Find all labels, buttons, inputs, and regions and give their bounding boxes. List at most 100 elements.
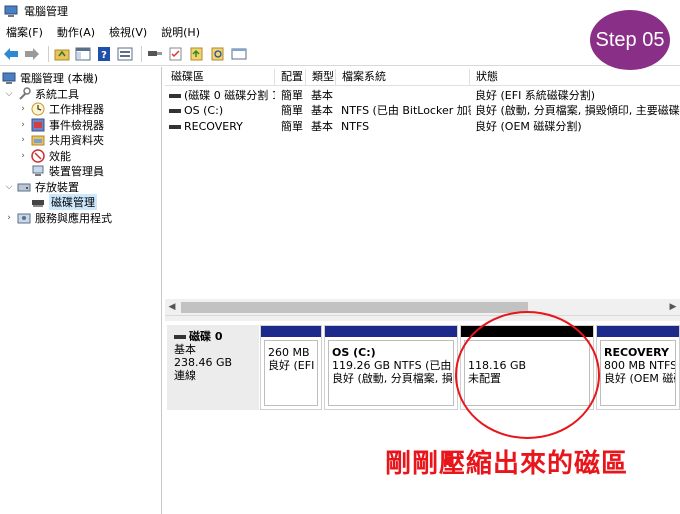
partition-status: 未配置 (468, 372, 501, 385)
step-badge: Step 05 (590, 10, 670, 70)
window-icon[interactable] (230, 45, 248, 63)
volume-list: 磁碟區 配置 類型 檔案系統 狀態 (磁碟 0 磁碟分割 1) 簡單 基本 良好… (165, 69, 680, 319)
partition-status: 良好 (EFI 系統磁碟分割) (268, 359, 317, 372)
toolbar-separator (141, 45, 142, 62)
pane-splitter[interactable] (165, 315, 680, 321)
column-header-filesystem[interactable]: 檔案系統 (336, 69, 470, 86)
toolbar-separator (48, 45, 49, 62)
cell-layout: 簡單 (281, 89, 303, 102)
partition-status: 良好 (OEM 磁碟分割) (604, 372, 675, 385)
partition-body: RECOVERY 800 MB NTFS 良好 (OEM 磁碟分割) (600, 340, 676, 406)
cell-type: 基本 (311, 104, 333, 117)
volume-icon (169, 125, 181, 129)
column-header-status[interactable]: 狀態 (470, 69, 680, 86)
scroll-left-icon[interactable]: ◀ (165, 299, 179, 316)
annotation-callout: 剛剛壓縮出來的磁區 (385, 442, 675, 480)
partition-body: 118.16 GB 未配置 (464, 340, 590, 406)
properties-icon[interactable] (116, 45, 134, 63)
menu-action[interactable]: 動作(A) (57, 24, 95, 40)
partition-bar (325, 326, 457, 337)
connect-icon[interactable] (146, 45, 164, 63)
annotation-text: 剛剛壓縮出來的磁區 (385, 448, 629, 479)
menu-bar: 檔案(F) 動作(A) 檢視(V) 說明(H) (0, 22, 680, 42)
volume-list-header: 磁碟區 配置 類型 檔案系統 狀態 (165, 69, 680, 86)
chevron-down-icon[interactable]: ⌵ (4, 182, 14, 192)
partition-recovery[interactable]: RECOVERY 800 MB NTFS 良好 (OEM 磁碟分割) (596, 325, 680, 410)
tree-item-system-tools[interactable]: ⌵ 系統工具 (4, 86, 79, 102)
column-header-layout[interactable]: 配置 (275, 69, 306, 86)
tree-item-root[interactable]: 電腦管理 (本機) (2, 70, 98, 86)
title-bar: 電腦管理 (0, 0, 680, 22)
menu-help[interactable]: 說明(H) (161, 24, 200, 40)
column-header-volume[interactable]: 磁碟區 (165, 69, 275, 86)
storage-icon (17, 180, 31, 194)
column-header-type[interactable]: 類型 (306, 69, 336, 86)
tree-item-disk-management[interactable]: 磁碟管理 (31, 194, 97, 210)
cell-layout: 簡單 (281, 120, 303, 133)
computer-icon (2, 71, 16, 85)
partition-body: 260 MB 良好 (EFI 系統磁碟分割) (264, 340, 318, 406)
chevron-right-icon[interactable]: › (18, 120, 28, 130)
chevron-right-icon[interactable]: › (4, 213, 14, 223)
tree-item-services[interactable]: › 服務與應用程式 (4, 210, 112, 226)
cell-status: 良好 (啟動, 分頁檔案, 損毀傾印, 主要磁碟分割) (475, 104, 680, 117)
console-icon[interactable] (74, 45, 92, 63)
chevron-right-icon[interactable]: › (18, 104, 28, 114)
disk-status: 連線 (174, 369, 196, 382)
chevron-right-icon[interactable]: › (18, 135, 28, 145)
tree-item-device-manager[interactable]: 裝置管理員 (31, 163, 104, 179)
svg-text:?: ? (101, 50, 107, 61)
partition-body: OS (C:) 119.26 GB NTFS (已由 BitLocker 加密)… (328, 340, 454, 406)
partition-name: OS (C:) (332, 346, 376, 359)
chevron-down-icon[interactable]: ⌵ (4, 89, 14, 99)
tree-item-task-scheduler[interactable]: › 工作排程器 (18, 101, 104, 117)
tree-label: 裝置管理員 (49, 165, 104, 178)
performance-icon (31, 149, 45, 163)
checklist-icon[interactable] (167, 45, 185, 63)
import-icon[interactable] (188, 45, 206, 63)
partition-unallocated[interactable]: 118.16 GB 未配置 (460, 325, 594, 410)
step-badge-label: Step 05 (595, 28, 665, 51)
computer-management-icon (4, 4, 18, 18)
device-manager-icon (31, 164, 45, 178)
partition-os-c[interactable]: OS (C:) 119.26 GB NTFS (已由 BitLocker 加密)… (324, 325, 458, 410)
shared-folder-icon (31, 133, 45, 147)
tree-item-performance[interactable]: › 效能 (18, 148, 71, 164)
disk-name-row: 磁碟 0 (174, 330, 252, 343)
chevron-right-icon[interactable]: › (18, 151, 28, 161)
partition-size: 800 MB NTFS (604, 359, 676, 372)
event-viewer-icon (31, 118, 45, 132)
forward-arrow-icon[interactable] (23, 45, 41, 63)
menu-file[interactable]: 檔案(F) (6, 24, 43, 40)
table-row[interactable]: RECOVERY 簡單 基本 NTFS 良好 (OEM 磁碟分割) (165, 119, 680, 135)
scrollbar-thumb[interactable] (181, 302, 528, 313)
volume-name: (磁碟 0 磁碟分割 1) (184, 89, 275, 102)
menu-view[interactable]: 檢視(V) (109, 24, 147, 40)
tree-label: 系統工具 (35, 88, 79, 101)
folder-up-icon[interactable] (53, 45, 71, 63)
volume-icon (169, 109, 181, 113)
volume-name: OS (C:) (184, 104, 224, 117)
help-icon[interactable]: ? (95, 45, 113, 63)
partition-size: 119.26 GB NTFS (已由 BitLocker 加密) (332, 359, 453, 372)
toolbar: ? (0, 42, 680, 66)
horizontal-scrollbar[interactable]: ◀ ▶ (165, 299, 680, 316)
table-row[interactable]: (磁碟 0 磁碟分割 1) 簡單 基本 良好 (EFI 系統磁碟分割) (165, 88, 680, 104)
tree-item-event-viewer[interactable]: › 事件檢視器 (18, 117, 104, 133)
partition-efi[interactable]: 260 MB 良好 (EFI 系統磁碟分割) (260, 325, 322, 410)
disk-info[interactable]: 磁碟 0 基本 238.46 GB 連線 (167, 325, 259, 410)
tools-icon (17, 87, 31, 101)
tree-item-storage[interactable]: ⌵ 存放裝置 (4, 179, 79, 195)
tree-label: 存放裝置 (35, 181, 79, 194)
tree-item-shared-folders[interactable]: › 共用資料夾 (18, 132, 104, 148)
cell-type: 基本 (311, 120, 333, 133)
tree-label: 磁碟管理 (49, 194, 97, 210)
back-arrow-icon[interactable] (2, 45, 20, 63)
cell-filesystem (337, 88, 471, 104)
scroll-right-icon[interactable]: ▶ (666, 299, 680, 316)
search-icon[interactable] (209, 45, 227, 63)
services-icon (17, 211, 31, 225)
tree-label: 服務與應用程式 (35, 212, 112, 225)
table-row[interactable]: OS (C:) 簡單 基本 NTFS (已由 BitLocker 加密) 良好 … (165, 103, 680, 119)
partition-bar (261, 326, 321, 337)
